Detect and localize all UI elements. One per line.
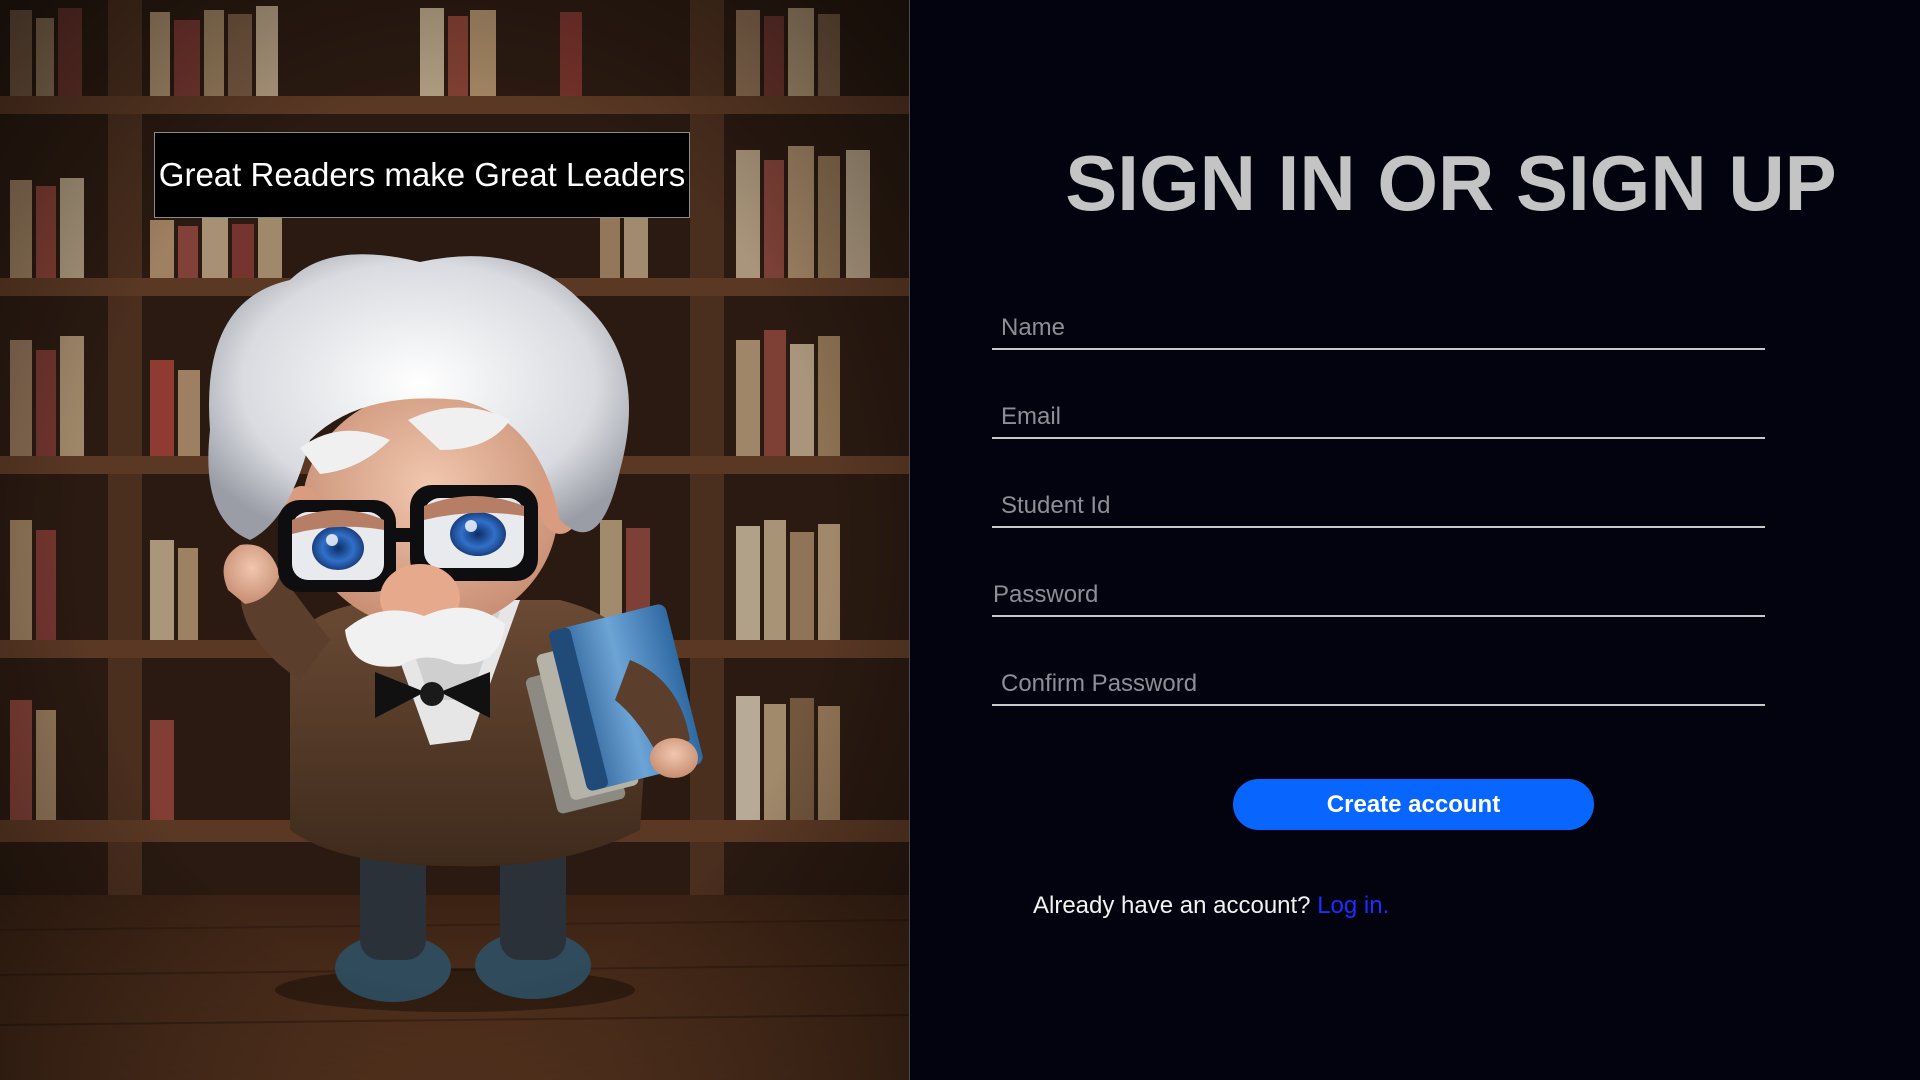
student-id-field-wrapper <box>992 486 1765 528</box>
create-account-button[interactable]: Create account <box>1233 779 1594 830</box>
signup-form-panel: SIGN IN OR SIGN UP Create account Alread… <box>910 0 1920 1080</box>
confirm-password-input[interactable] <box>992 664 1765 704</box>
login-prompt-row: Already have an account? Log in. <box>1033 892 1389 920</box>
email-input[interactable] <box>992 397 1765 437</box>
login-prompt-text: Already have an account? <box>1033 892 1311 919</box>
email-field-wrapper <box>992 397 1765 439</box>
name-input[interactable] <box>992 308 1765 348</box>
login-link[interactable]: Log in. <box>1317 892 1389 919</box>
signup-page: Great Readers make Great Leaders SIGN IN… <box>0 0 1920 1080</box>
password-field-wrapper <box>992 575 1765 617</box>
hero-panel: Great Readers make Great Leaders <box>0 0 910 1080</box>
password-input[interactable] <box>992 575 1765 615</box>
hero-quote: Great Readers make Great Leaders <box>154 132 690 218</box>
name-field-wrapper <box>992 308 1765 350</box>
confirm-password-field-wrapper <box>992 664 1765 706</box>
student-id-input[interactable] <box>992 486 1765 526</box>
page-title: SIGN IN OR SIGN UP <box>1065 139 1837 227</box>
